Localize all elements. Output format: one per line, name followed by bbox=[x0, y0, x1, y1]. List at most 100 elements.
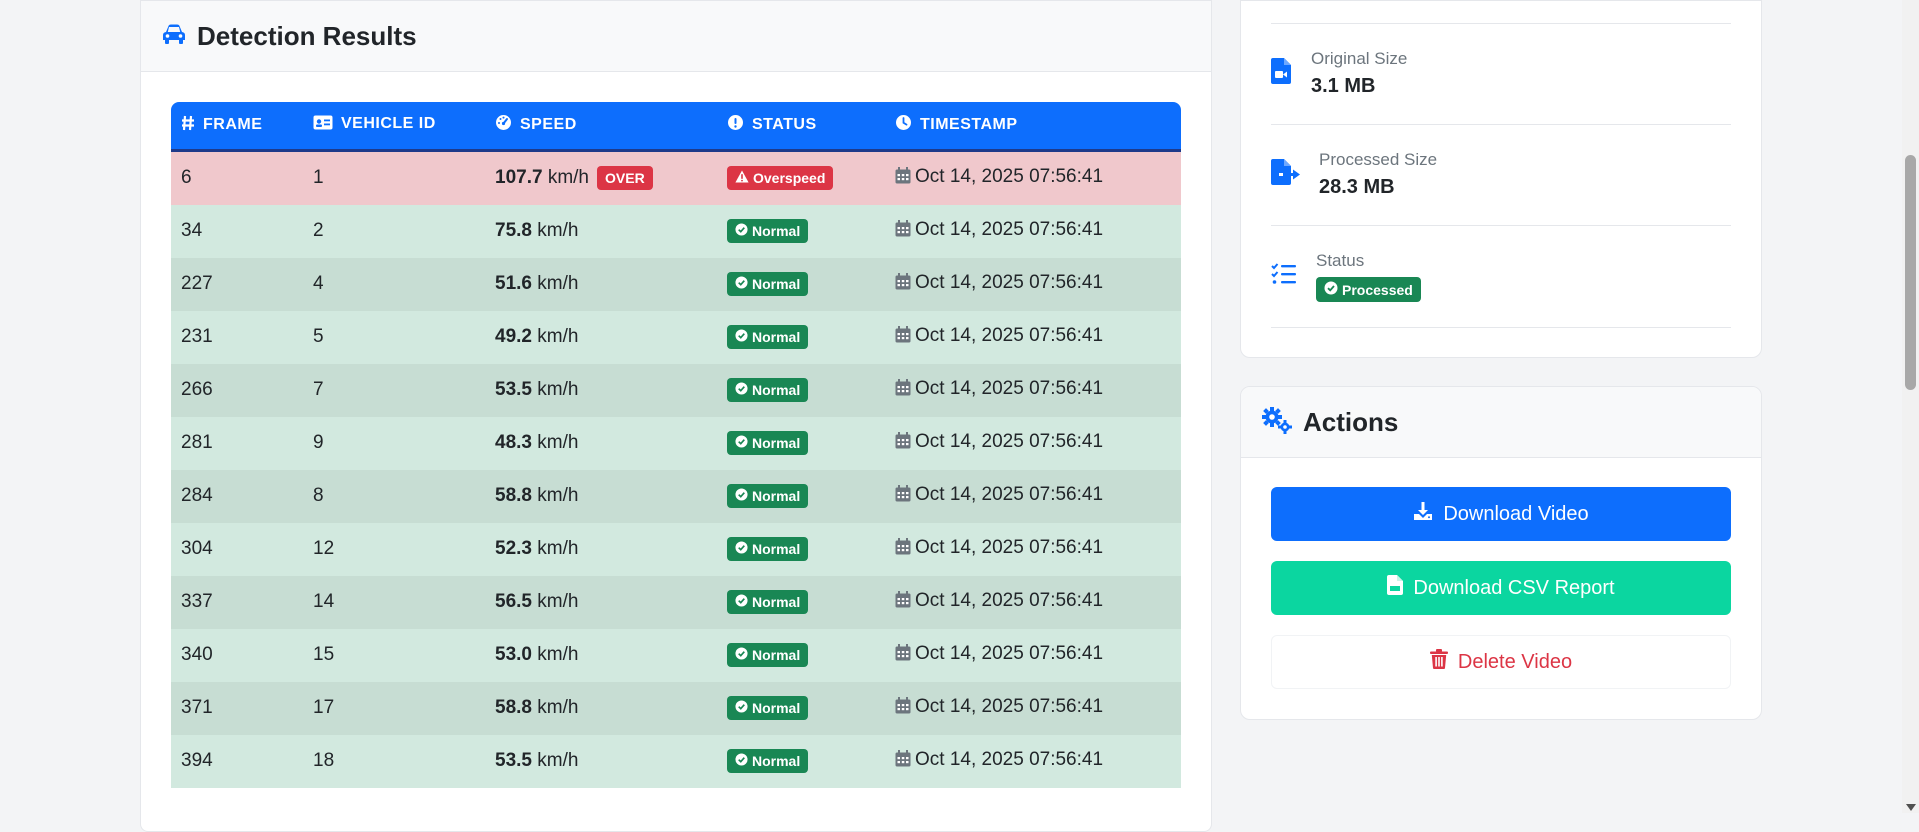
timestamp-text: Oct 14, 2025 07:56:41 bbox=[915, 643, 1104, 664]
cell-vehicle-id: 12 bbox=[303, 522, 485, 576]
status-text: Normal bbox=[752, 435, 801, 451]
cell-frame: 227 bbox=[171, 257, 303, 311]
check-circle-icon bbox=[735, 435, 748, 451]
cell-speed: 48.3 km/h bbox=[485, 416, 717, 470]
cell-speed: 58.8 km/h bbox=[485, 681, 717, 735]
calendar-icon bbox=[895, 220, 911, 243]
timestamp-text: Oct 14, 2025 07:56:41 bbox=[915, 431, 1104, 452]
column-label-vehicle-id: VEHICLE ID bbox=[341, 115, 436, 133]
status-text: Normal bbox=[752, 329, 801, 345]
cell-vehicle-id: 18 bbox=[303, 734, 485, 788]
cell-speed: 107.7 km/h OVER bbox=[485, 150, 717, 205]
cell-frame: 371 bbox=[171, 681, 303, 735]
processed-size-item: Processed Size 28.3 MB bbox=[1271, 150, 1437, 199]
normal-badge: Normal bbox=[727, 643, 809, 667]
column-label-frame: FRAME bbox=[203, 115, 263, 133]
speed-unit: km/h bbox=[537, 220, 579, 241]
processed-size-label: Processed Size bbox=[1319, 150, 1438, 169]
cell-frame: 284 bbox=[171, 469, 303, 523]
cell-status: Normal bbox=[717, 628, 885, 682]
cell-frame: 394 bbox=[171, 734, 303, 788]
column-label-speed: SPEED bbox=[520, 116, 577, 134]
download-video-button[interactable]: Download Video bbox=[1271, 487, 1731, 541]
normal-badge: Normal bbox=[727, 219, 809, 243]
calendar-icon bbox=[895, 432, 911, 455]
calendar-icon bbox=[895, 379, 911, 402]
cell-status: Normal bbox=[717, 469, 885, 523]
check-circle-icon bbox=[735, 382, 748, 398]
speed-unit: km/h bbox=[537, 697, 579, 718]
cell-vehicle-id: 9 bbox=[303, 416, 485, 470]
normal-badge: Normal bbox=[727, 325, 809, 349]
trash-icon bbox=[1429, 649, 1448, 675]
speed-unit: km/h bbox=[537, 432, 579, 453]
table-row: 231 5 49.2 km/h Normal Oct 14, 2025 07:56:41 bbox=[171, 310, 1181, 364]
warning-icon bbox=[735, 170, 749, 186]
download-csv-button[interactable]: Download CSV Report bbox=[1271, 561, 1731, 615]
cell-vehicle-id: 17 bbox=[303, 681, 485, 735]
file-info-card: Original Size 3.1 MB Processed Size 28.3… bbox=[1240, 0, 1762, 358]
cell-vehicle-id: 14 bbox=[303, 575, 485, 629]
file-csv-icon bbox=[1387, 575, 1404, 601]
timestamp-text: Oct 14, 2025 07:56:41 bbox=[915, 325, 1104, 346]
cell-status: Normal bbox=[717, 204, 885, 258]
scrollbar-thumb[interactable] bbox=[1905, 155, 1916, 390]
cell-vehicle-id: 8 bbox=[303, 469, 485, 523]
normal-badge: Normal bbox=[727, 590, 809, 614]
page-scrollbar[interactable] bbox=[1902, 0, 1919, 813]
delete-video-label: Delete Video bbox=[1457, 650, 1573, 673]
column-label-status: STATUS bbox=[752, 116, 817, 134]
cell-timestamp: Oct 14, 2025 07:56:41 bbox=[885, 681, 1181, 735]
file-video-icon bbox=[1271, 58, 1311, 89]
cell-timestamp: Oct 14, 2025 07:56:41 bbox=[885, 204, 1181, 258]
hashtag-icon bbox=[181, 115, 195, 136]
cell-frame: 340 bbox=[171, 628, 303, 682]
gears-icon bbox=[1261, 406, 1293, 439]
detection-table-body: 6 1 107.7 km/h OVER Overspeed Oct 14, 2025 07… bbox=[171, 150, 1181, 788]
speed-unit: km/h bbox=[537, 644, 579, 665]
cell-timestamp: Oct 14, 2025 07:56:41 bbox=[885, 575, 1181, 629]
cell-speed: 58.8 km/h bbox=[485, 469, 717, 523]
normal-badge: Normal bbox=[727, 431, 809, 455]
original-size-label: Original Size bbox=[1311, 49, 1408, 68]
cell-status: Normal bbox=[717, 363, 885, 417]
speed-value: 51.6 bbox=[495, 273, 532, 294]
cell-speed: 51.6 km/h bbox=[485, 257, 717, 311]
speed-value: 53.0 bbox=[495, 644, 532, 665]
cell-timestamp: Oct 14, 2025 07:56:41 bbox=[885, 257, 1181, 311]
cell-vehicle-id: 4 bbox=[303, 257, 485, 311]
divider bbox=[1271, 327, 1731, 328]
cell-timestamp: Oct 14, 2025 07:56:41 bbox=[885, 522, 1181, 576]
cell-frame: 34 bbox=[171, 204, 303, 258]
speed-value: 53.5 bbox=[495, 379, 532, 400]
normal-badge: Normal bbox=[727, 378, 809, 402]
column-header-timestamp[interactable]: TIMESTAMP bbox=[885, 102, 1181, 150]
column-label-timestamp: TIMESTAMP bbox=[920, 116, 1018, 134]
cell-vehicle-id: 15 bbox=[303, 628, 485, 682]
cell-timestamp: Oct 14, 2025 07:56:41 bbox=[885, 363, 1181, 417]
speed-value: 107.7 bbox=[495, 167, 543, 189]
detection-results-card: Detection Results FRAME VEHICLE ID SPEED… bbox=[140, 0, 1212, 832]
speed-unit: km/h bbox=[537, 750, 579, 771]
column-header-frame[interactable]: FRAME bbox=[171, 102, 303, 150]
original-size-value: 3.1 MB bbox=[1311, 75, 1376, 97]
status-item: Status Processed bbox=[1271, 251, 1421, 302]
column-header-speed[interactable]: SPEED bbox=[485, 102, 717, 150]
table-row: 6 1 107.7 km/h OVER Overspeed Oct 14, 2025 07… bbox=[171, 150, 1181, 205]
processed-badge-label: Processed bbox=[1342, 281, 1413, 298]
timestamp-text: Oct 14, 2025 07:56:41 bbox=[915, 484, 1104, 505]
cell-status: Normal bbox=[717, 416, 885, 470]
speed-unit: km/h bbox=[537, 379, 579, 400]
cell-status: Normal bbox=[717, 257, 885, 311]
column-header-status[interactable]: STATUS bbox=[717, 102, 885, 150]
check-circle-icon bbox=[735, 223, 748, 239]
normal-badge: Normal bbox=[727, 537, 809, 561]
status-text: Normal bbox=[752, 594, 801, 610]
check-circle-icon bbox=[735, 594, 748, 610]
column-header-vehicle-id[interactable]: VEHICLE ID bbox=[303, 102, 485, 150]
scroll-down-arrow-icon[interactable] bbox=[1906, 804, 1916, 811]
delete-video-button[interactable]: Delete Video bbox=[1271, 635, 1731, 689]
cell-frame: 266 bbox=[171, 363, 303, 417]
file-export-icon bbox=[1271, 159, 1319, 190]
check-circle-icon bbox=[735, 700, 748, 716]
